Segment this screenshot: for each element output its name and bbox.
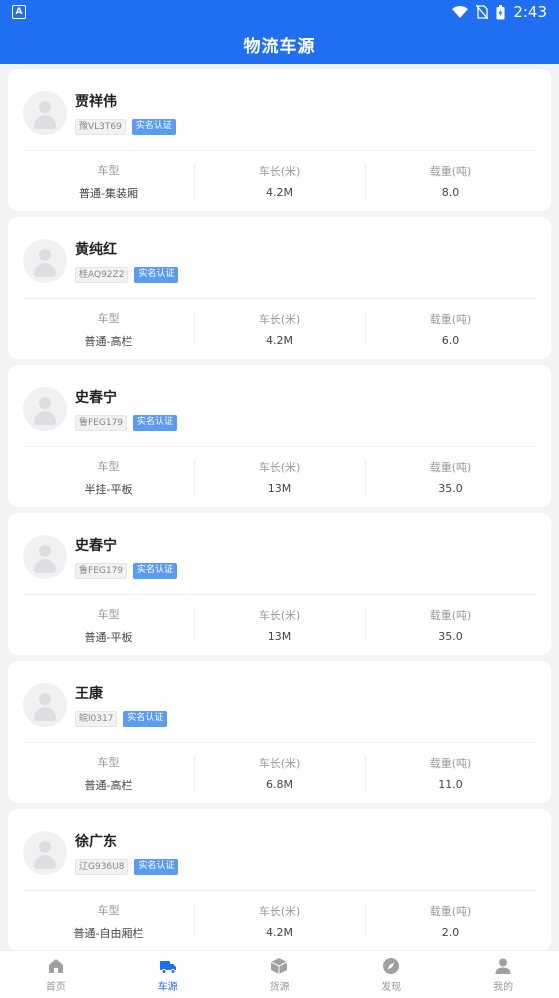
status-time: 2:43 xyxy=(513,3,547,21)
avatar xyxy=(23,239,67,283)
avatar xyxy=(23,831,67,875)
type-label: 车型 xyxy=(97,903,120,917)
page-title: 物流车源 xyxy=(243,36,316,57)
verified-badge: 实名认证 xyxy=(133,415,178,431)
avatar xyxy=(23,387,67,431)
plate-number: 皖l0317 xyxy=(75,711,118,727)
driver-name: 徐广东 xyxy=(75,834,117,850)
verified-badge: 实名认证 xyxy=(134,859,179,875)
load-label: 载重(吨) xyxy=(429,165,472,178)
load-label: 载重(吨) xyxy=(429,313,472,326)
truck-icon xyxy=(159,960,176,974)
cargo-box-icon xyxy=(271,957,288,974)
driver-name: 贾祥伟 xyxy=(75,94,117,110)
avatar xyxy=(23,91,67,135)
plate-number: 鲁FEG179 xyxy=(75,415,128,431)
vehicle-load: 35.0 xyxy=(438,482,463,495)
tab-label: 发现 xyxy=(381,981,402,993)
vehicle-list[interactable]: 贾祥伟 豫VL3T69 实名认证 车型 普通-集装厢 车长(米) 4.2M 载重(吨… xyxy=(0,64,559,950)
verified-badge: 实名认证 xyxy=(134,267,179,283)
vehicle-type: 普通-自由厢栏 xyxy=(73,926,144,940)
load-label: 载重(吨) xyxy=(429,757,472,770)
vehicle-card[interactable]: 史春宁 鲁FEG179 实名认证 车型半挂-平板 车长(米) 13M 载重(吨) 3… xyxy=(8,365,551,507)
battery-icon xyxy=(496,4,505,19)
type-label: 车型 xyxy=(97,163,120,177)
tab-mine[interactable]: 我的 xyxy=(447,951,559,998)
vehicle-type: 半挂-平板 xyxy=(84,482,133,496)
tab-label: 车源 xyxy=(157,981,178,993)
vehicle-load: 8.0 xyxy=(441,186,460,199)
type-label: 车型 xyxy=(97,311,120,325)
tab-vehicles[interactable]: 车源 xyxy=(112,951,224,998)
driver-name: 黄纯红 xyxy=(75,242,117,258)
vehicle-load: 35.0 xyxy=(438,630,463,643)
avatar xyxy=(23,535,67,579)
divider xyxy=(23,150,536,151)
app-bar: 物流车源 xyxy=(0,24,559,64)
status-bar: A 2:43 xyxy=(0,0,559,24)
verified-badge: 实名认证 xyxy=(131,119,176,135)
tab-home[interactable]: 首页 xyxy=(0,951,112,998)
tab-discover[interactable]: 发现 xyxy=(335,951,447,998)
tab-label: 货源 xyxy=(269,981,290,993)
type-label: 车型 xyxy=(97,755,120,769)
load-label: 载重(吨) xyxy=(429,461,472,474)
divider xyxy=(23,594,536,595)
plate-number: 豫VL3T69 xyxy=(75,119,126,135)
vehicle-card[interactable]: 贾祥伟 豫VL3T69 实名认证 车型普通-集装厢 车长(米) 4.2M 载重(吨… xyxy=(8,69,551,211)
length-label: 车长(米) xyxy=(258,313,301,326)
avatar xyxy=(23,683,67,727)
divider xyxy=(23,298,536,299)
vehicle-length: 4.2M xyxy=(266,186,293,199)
vehicle-length: 13M xyxy=(267,482,292,495)
tab-label: 首页 xyxy=(45,981,66,993)
vehicle-length: 4.2M xyxy=(266,926,293,939)
plate-number: 鲁FEG179 xyxy=(75,563,128,579)
plate-number: 辽G936U8 xyxy=(75,859,129,875)
vehicle-type: 普通-集装厢 xyxy=(79,186,138,200)
vehicle-load: 11.0 xyxy=(438,778,463,791)
vehicle-card[interactable]: 史春宁 鲁FEG179 实名认证 车型普通-平板 车长(米) 13M 载重(吨) 3… xyxy=(8,513,551,655)
vehicle-length: 4.2M xyxy=(266,334,293,347)
driver-name: 史春宁 xyxy=(75,390,117,406)
bottom-tab-bar: 首页 车源 货源 发现 我的 xyxy=(0,950,559,998)
divider xyxy=(23,890,536,891)
length-label: 车长(米) xyxy=(258,757,301,770)
vehicle-type: 普通-平板 xyxy=(84,630,133,644)
no-sim-icon xyxy=(476,5,489,19)
vehicle-type: 普通-高栏 xyxy=(84,334,133,348)
load-label: 载重(吨) xyxy=(429,905,472,918)
plate-number: 桂AQ92Z2 xyxy=(75,267,129,283)
length-label: 车长(米) xyxy=(258,609,301,622)
app-notification-icon: A xyxy=(12,5,26,19)
vehicle-length: 6.8M xyxy=(266,778,293,791)
driver-name: 史春宁 xyxy=(75,538,117,554)
divider xyxy=(23,446,536,447)
type-label: 车型 xyxy=(97,459,120,473)
vehicle-card[interactable]: 王康 皖l0317 实名认证 车型普通-高栏 车长(米) 6.8M 载重(吨) 11… xyxy=(8,661,551,803)
home-icon xyxy=(48,958,63,973)
person-icon xyxy=(495,958,511,974)
length-label: 车长(米) xyxy=(258,905,301,918)
vehicle-load: 6.0 xyxy=(441,334,460,347)
divider xyxy=(23,742,536,743)
vehicle-card[interactable]: 徐广东 辽G936U8 实名认证 车型普通-自由厢栏 车长(米) 4.2M 载重(… xyxy=(8,809,551,950)
length-label: 车长(米) xyxy=(258,461,301,474)
vehicle-card[interactable]: 黄纯红 桂AQ92Z2 实名认证 车型普通-高栏 车长(米) 4.2M 载重(吨)… xyxy=(8,217,551,359)
type-label: 车型 xyxy=(97,607,120,621)
driver-name: 王康 xyxy=(75,686,103,702)
vehicle-length: 13M xyxy=(267,630,292,643)
load-label: 载重(吨) xyxy=(429,609,472,622)
tab-label: 我的 xyxy=(493,981,514,993)
compass-icon xyxy=(383,957,400,974)
vehicle-type: 普通-高栏 xyxy=(84,778,133,792)
vehicle-load: 2.0 xyxy=(441,926,460,939)
length-label: 车长(米) xyxy=(258,165,301,178)
verified-badge: 实名认证 xyxy=(133,563,178,579)
verified-badge: 实名认证 xyxy=(123,711,168,727)
wifi-icon xyxy=(452,5,469,18)
tab-cargo[interactable]: 货源 xyxy=(224,951,336,998)
